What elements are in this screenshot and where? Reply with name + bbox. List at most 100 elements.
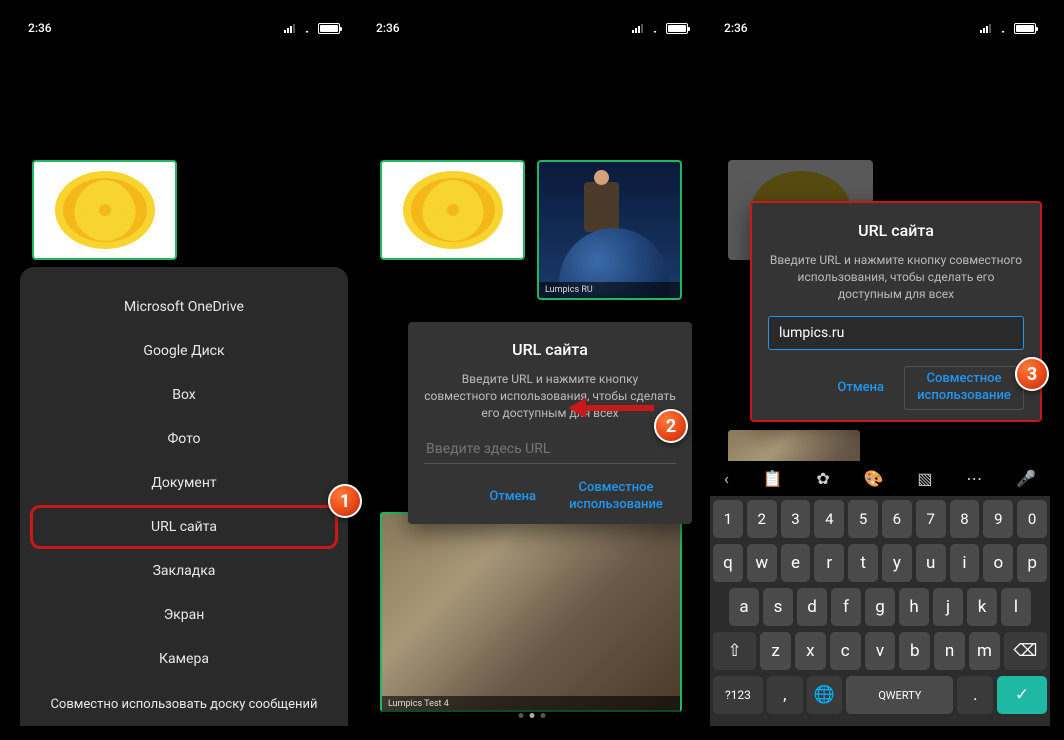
menu-item-photo[interactable]: Фото: [30, 417, 338, 461]
annotation-badge-1: 1: [328, 484, 362, 518]
key[interactable]: 7: [916, 500, 946, 538]
key-shift[interactable]: ⇧: [713, 632, 756, 670]
menu-item-googledrive[interactable]: Google Диск: [30, 329, 338, 373]
battery-icon: [1014, 23, 1036, 34]
earth-person: [584, 182, 619, 232]
status-bar: 2:36: [14, 14, 354, 42]
share-button[interactable]: Совместное использование: [904, 366, 1024, 410]
url-input[interactable]: [768, 316, 1024, 350]
status-bar: 2:36: [710, 14, 1050, 42]
annotation-badge-3: 3: [1015, 357, 1049, 391]
key[interactable]: h: [899, 588, 929, 626]
key[interactable]: 9: [983, 500, 1013, 538]
cancel-button[interactable]: Отмена: [489, 489, 536, 506]
key[interactable]: c: [830, 632, 861, 670]
kb-row-2: asdfghjkl: [713, 588, 1047, 626]
key[interactable]: a: [729, 588, 759, 626]
tile-lemon[interactable]: [380, 160, 525, 260]
kb-more-icon[interactable]: ⋯: [966, 469, 982, 488]
annotation-arrow: [584, 405, 654, 411]
kb-image-icon[interactable]: ▧: [917, 469, 932, 488]
key[interactable]: 1: [713, 500, 743, 538]
menu-item-document[interactable]: Документ: [30, 461, 338, 505]
key[interactable]: r: [814, 544, 844, 582]
wifi-icon: [996, 23, 1010, 33]
dialog-title: URL сайта: [424, 340, 676, 359]
key[interactable]: n: [934, 632, 965, 670]
share-button[interactable]: Совместное использование: [556, 480, 676, 514]
key[interactable]: 0: [1017, 500, 1047, 538]
key-globe[interactable]: 🌐: [807, 676, 843, 714]
key[interactable]: x: [795, 632, 826, 670]
key[interactable]: m: [969, 632, 1000, 670]
cancel-button[interactable]: Отмена: [837, 380, 884, 397]
key[interactable]: e: [781, 544, 811, 582]
annotation-badge-2: 2: [654, 409, 688, 443]
menu-item-onedrive[interactable]: Microsoft OneDrive: [30, 285, 338, 329]
key[interactable]: f: [831, 588, 861, 626]
key[interactable]: j: [933, 588, 963, 626]
key[interactable]: 8: [950, 500, 980, 538]
key[interactable]: l: [1001, 588, 1031, 626]
tile-label: Lumpics RU: [539, 282, 680, 298]
url-input[interactable]: [424, 435, 676, 464]
tile-lemon[interactable]: [32, 160, 177, 260]
status-time: 2:36: [28, 21, 52, 35]
dot: [519, 713, 524, 718]
menu-item-screen[interactable]: Экран: [30, 593, 338, 637]
key[interactable]: o: [983, 544, 1013, 582]
dialog-subtitle: Введите URL и нажмите кнопку совместного…: [424, 371, 676, 421]
key[interactable]: 3: [781, 500, 811, 538]
key[interactable]: z: [760, 632, 791, 670]
share-menu-sheet: Microsoft OneDrive Google Диск Box Фото …: [20, 267, 348, 726]
key[interactable]: d: [797, 588, 827, 626]
key-enter[interactable]: ✓: [997, 676, 1047, 714]
dot-active: [530, 713, 535, 718]
key[interactable]: b: [899, 632, 930, 670]
key[interactable]: i: [950, 544, 980, 582]
key-symbols[interactable]: ?123: [713, 676, 763, 714]
kb-mic-icon[interactable]: 🎤: [1016, 469, 1036, 488]
kb-settings-icon[interactable]: ✿: [816, 469, 829, 488]
key-period[interactable]: .: [957, 676, 993, 714]
kb-clipboard-icon[interactable]: 📋: [763, 469, 783, 488]
status-time: 2:36: [376, 21, 400, 35]
dialog-title: URL сайта: [768, 221, 1024, 240]
kb-row-3: ⇧ zxcvbnm ⌫: [713, 632, 1047, 670]
key[interactable]: 4: [814, 500, 844, 538]
kb-back-icon[interactable]: ‹: [724, 469, 729, 488]
lemon-icon: [398, 168, 508, 253]
key[interactable]: q: [713, 544, 743, 582]
wifi-icon: [648, 23, 662, 33]
key[interactable]: s: [763, 588, 793, 626]
status-icons: [632, 23, 688, 34]
status-time: 2:36: [724, 21, 748, 35]
signal-icon: [632, 23, 644, 33]
kb-row-numbers: 1234567890: [713, 500, 1047, 538]
key[interactable]: t: [848, 544, 878, 582]
shared-tiles: [32, 160, 336, 260]
key[interactable]: g: [865, 588, 895, 626]
menu-item-url[interactable]: URL сайта: [30, 505, 338, 549]
key[interactable]: y: [882, 544, 912, 582]
key[interactable]: 2: [747, 500, 777, 538]
menu-item-camera[interactable]: Камера: [30, 637, 338, 681]
key[interactable]: 6: [882, 500, 912, 538]
key-comma[interactable]: ,: [767, 676, 803, 714]
kb-palette-icon[interactable]: 🎨: [864, 469, 884, 488]
tile-photo[interactable]: Lumpics Test 4: [380, 512, 682, 712]
key[interactable]: 5: [848, 500, 878, 538]
tile-earth[interactable]: Lumpics RU: [537, 160, 682, 300]
key-space[interactable]: QWERTY: [846, 676, 953, 714]
lemon-icon: [50, 168, 160, 253]
menu-item-box[interactable]: Box: [30, 373, 338, 417]
key[interactable]: k: [967, 588, 997, 626]
key-backspace[interactable]: ⌫: [1004, 632, 1047, 670]
key[interactable]: p: [1017, 544, 1047, 582]
kb-row-1: qwertyuiop: [713, 544, 1047, 582]
menu-item-bookmark[interactable]: Закладка: [30, 549, 338, 593]
key[interactable]: w: [747, 544, 777, 582]
key[interactable]: u: [916, 544, 946, 582]
battery-icon: [666, 23, 688, 34]
key[interactable]: v: [865, 632, 896, 670]
